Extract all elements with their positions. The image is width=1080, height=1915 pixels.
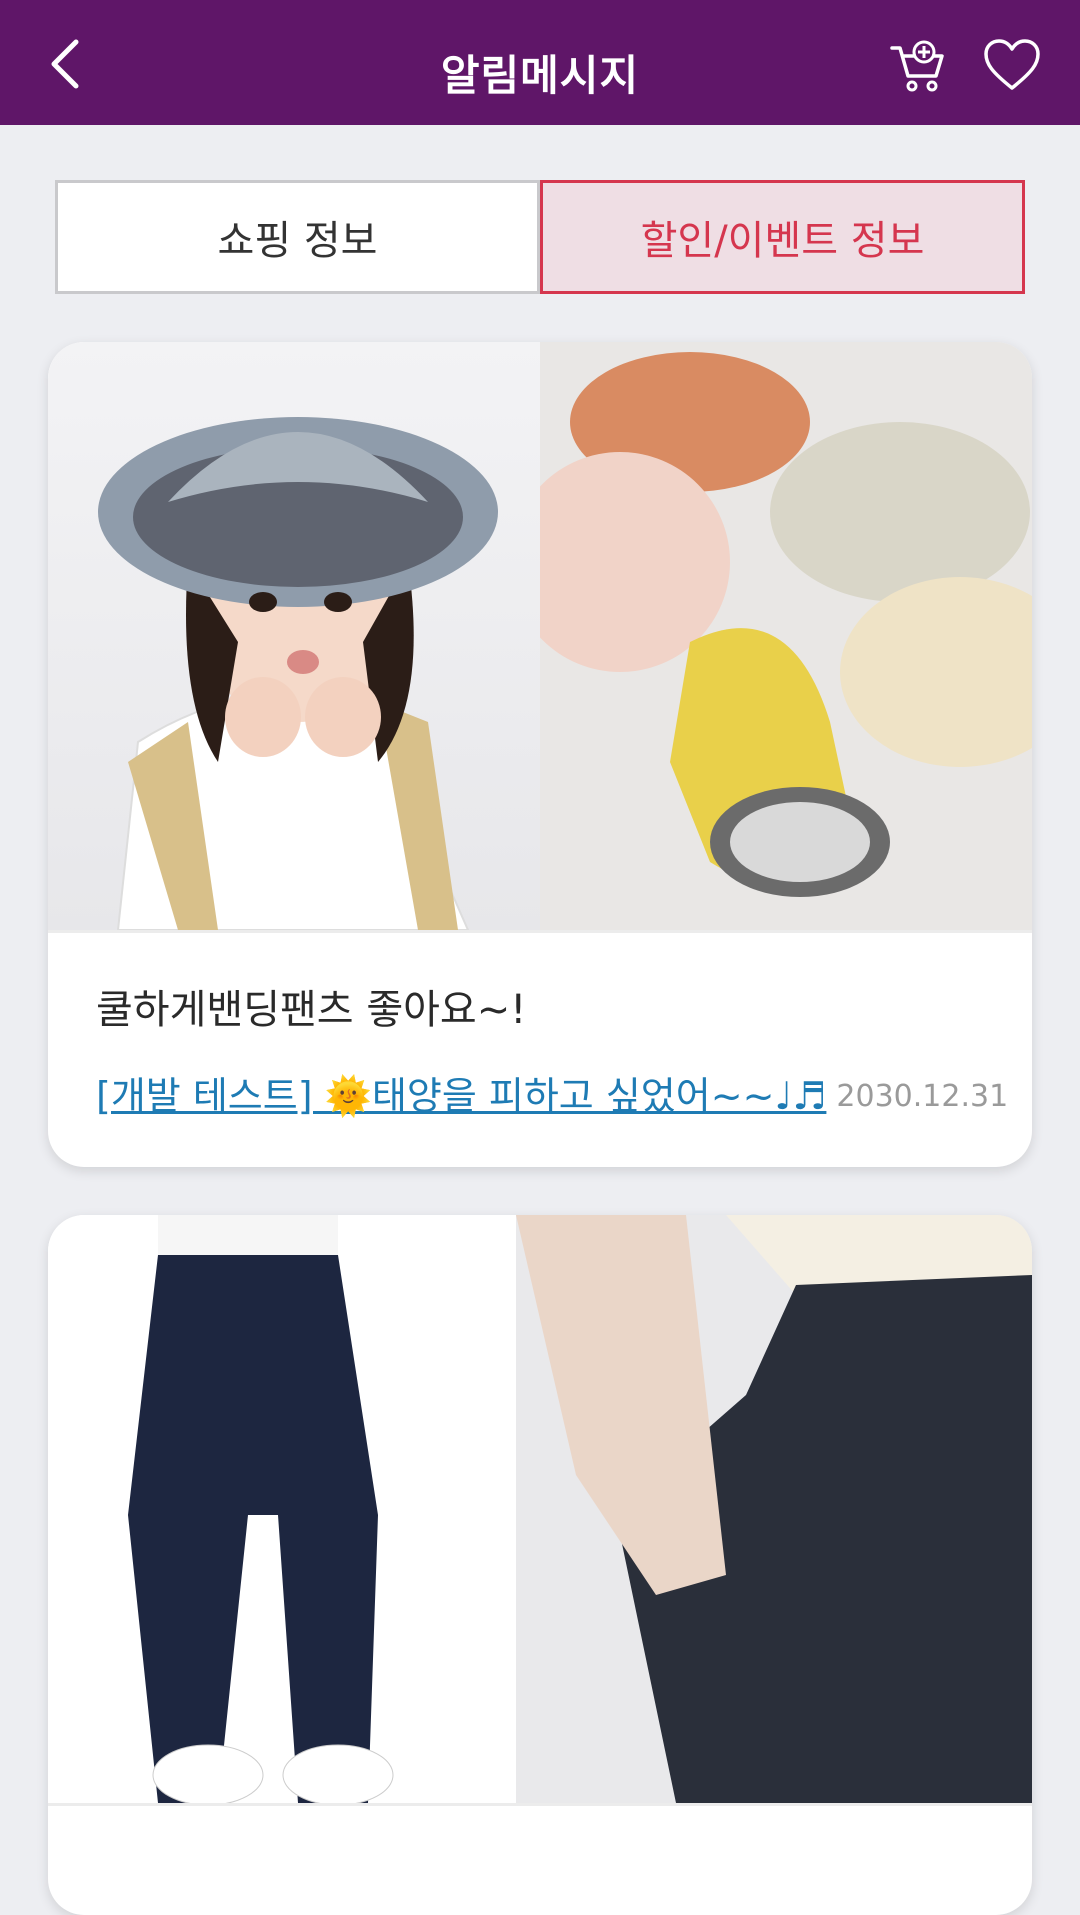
card-link[interactable]: [개발 테스트] 🌞태양을 피하고 싶었어~~♩♬ xyxy=(96,1065,826,1120)
card-date: 2030.12.31 xyxy=(836,1079,1009,1114)
folded-hats-illustration xyxy=(540,342,1032,930)
navy-banding-pants-photo xyxy=(48,1215,516,1803)
notification-card[interactable] xyxy=(48,1215,1032,1915)
stretch-pants-illustration xyxy=(516,1215,1032,1803)
card-body: 쿨하게밴딩팬츠 좋아요~! [개발 테스트] 🌞태양을 피하고 싶었어~~♩♬ … xyxy=(48,933,1032,1120)
girl-with-bucket-hat-illustration xyxy=(98,417,498,930)
girl-with-bucket-hat-photo xyxy=(48,342,540,930)
card-title: 쿨하게밴딩팬츠 좋아요~! xyxy=(96,987,527,1033)
card-link-row: [개발 테스트] 🌞태양을 피하고 싶었어~~♩♬ 2030.12.31 xyxy=(96,1065,1008,1120)
message-tabs: 쇼핑 정보 할인/이벤트 정보 xyxy=(55,180,1025,294)
cart-plus-icon[interactable] xyxy=(888,38,948,94)
card-body xyxy=(48,1806,1032,1832)
notification-card[interactable]: 쿨하게밴딩팬츠 좋아요~! [개발 테스트] 🌞태양을 피하고 싶었어~~♩♬ … xyxy=(48,342,1032,1167)
folded-bucket-hats-photo xyxy=(540,342,1032,930)
tab-discount-event-info[interactable]: 할인/이벤트 정보 xyxy=(540,180,1025,294)
stretch-pants-detail-photo xyxy=(516,1215,1032,1803)
navy-pants-illustration xyxy=(128,1215,394,1803)
heart-icon[interactable] xyxy=(982,38,1042,94)
card-images xyxy=(48,342,1032,930)
tab-shopping-info[interactable]: 쇼핑 정보 xyxy=(55,180,540,294)
app-header: 알림메시지 xyxy=(0,0,1080,125)
card-images xyxy=(48,1215,1032,1803)
